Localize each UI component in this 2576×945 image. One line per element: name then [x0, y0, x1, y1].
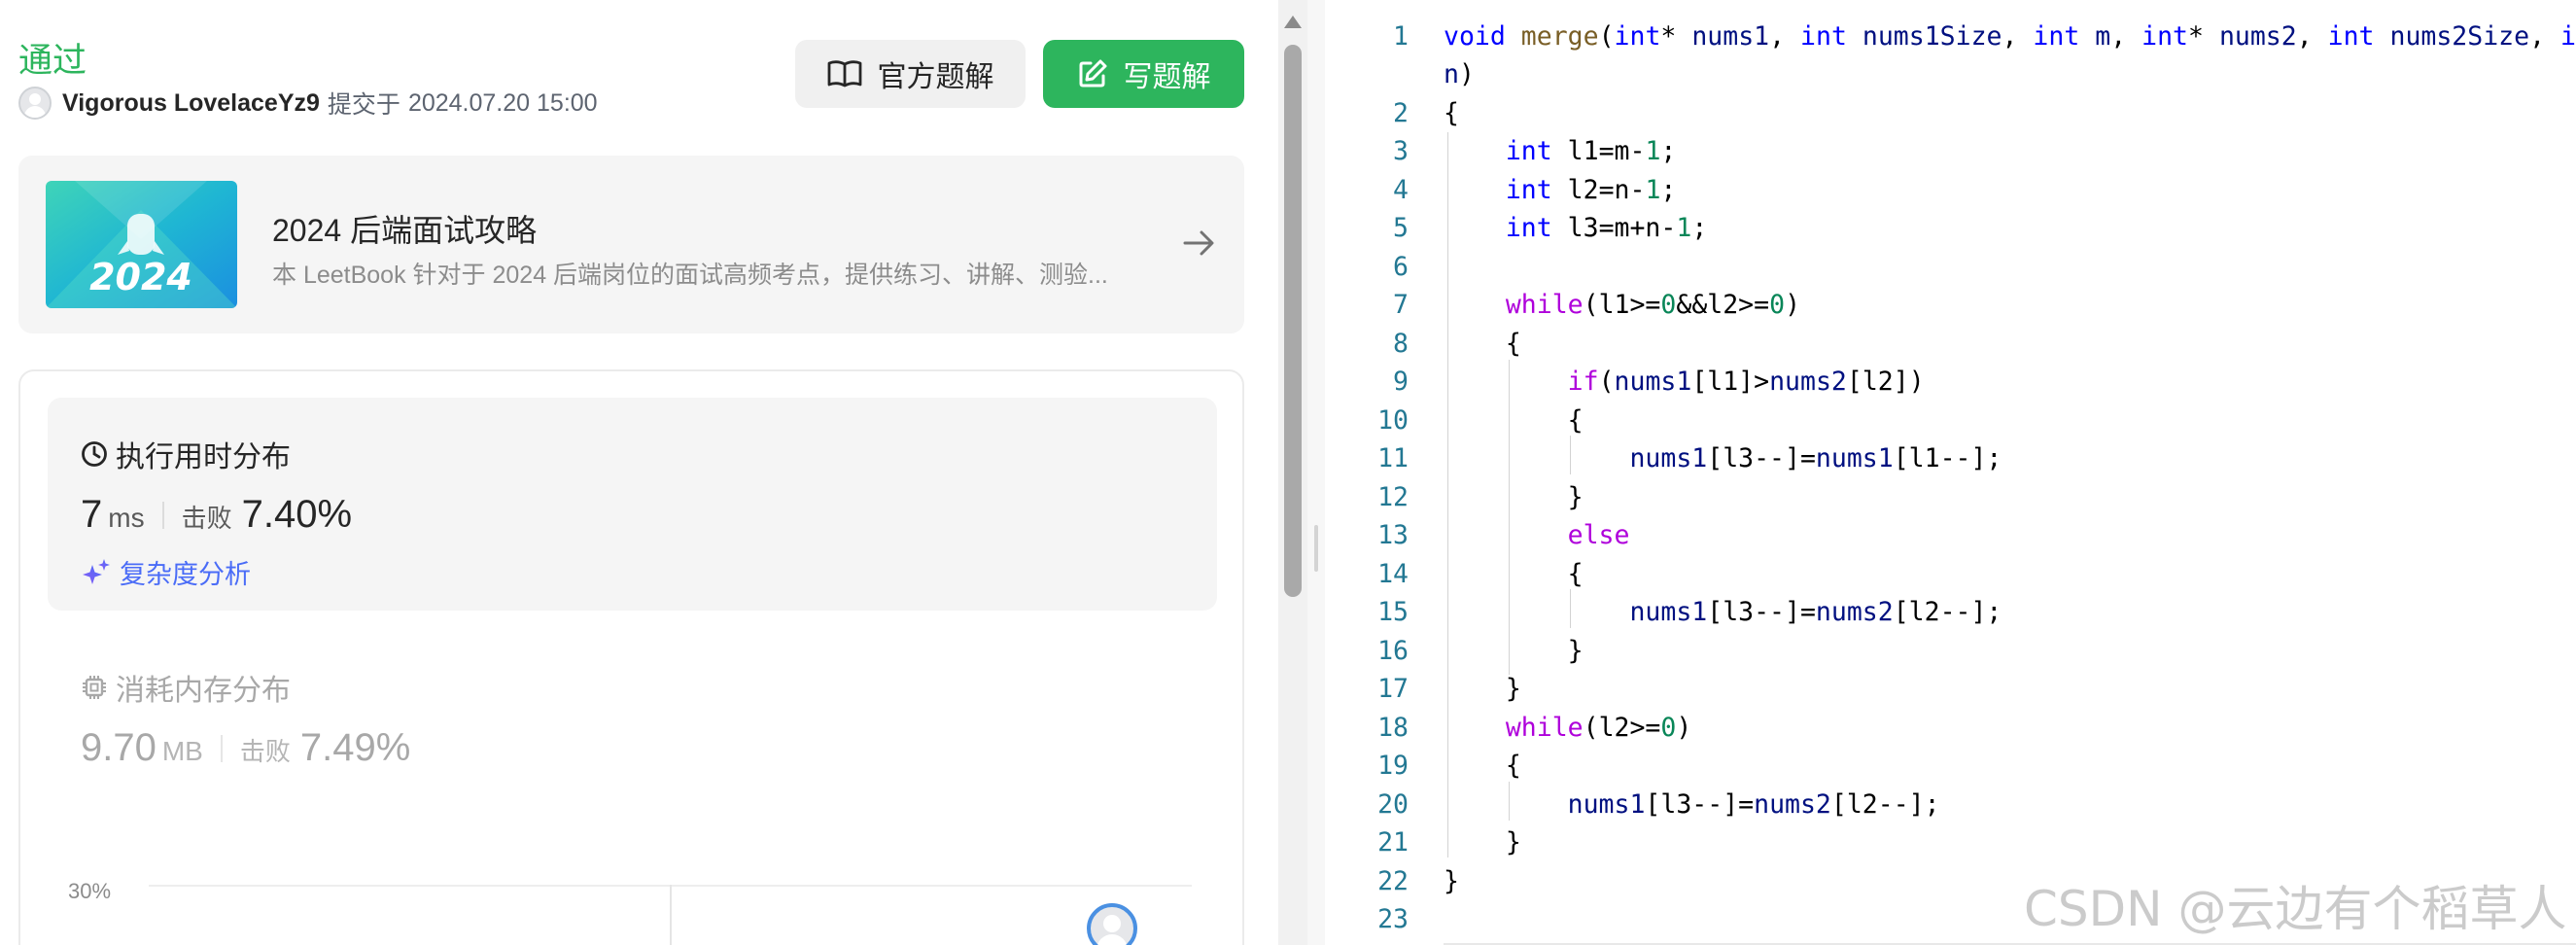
leetbook-cover: 2024 — [46, 181, 237, 308]
line-number: 21 — [1377, 827, 1409, 858]
submitted-label: 提交于 — [327, 91, 400, 119]
arrow-right-icon — [1183, 230, 1214, 256]
sparkle-icon — [83, 558, 110, 584]
official-solution-label: 官方题解 — [877, 61, 994, 93]
leetbook-title: 2024 后端面试攻略 — [272, 213, 538, 248]
complexity-analysis-link[interactable]: 复杂度分析 — [81, 553, 251, 591]
line-number: 7 — [1393, 290, 1409, 320]
code-line: { — [1444, 405, 1584, 436]
line-number: 9 — [1393, 367, 1409, 397]
code-line: void merge(int* nums1, int nums1Size, in… — [1444, 21, 2576, 52]
chart-bar-divider — [670, 885, 672, 945]
runtime-value: 7 ms 击败 7.40% — [81, 493, 352, 537]
line-number: 4 — [1393, 175, 1409, 205]
line-number: 3 — [1393, 136, 1409, 166]
code-line: while(l2>=0) — [1505, 713, 1692, 743]
line-number: 23 — [1377, 904, 1409, 934]
line-number: 11 — [1377, 443, 1409, 473]
chip-icon — [83, 676, 106, 699]
chart-y-tick: 30% — [68, 879, 112, 903]
code-line: } — [1444, 827, 1521, 858]
line-number: 18 — [1377, 713, 1409, 743]
code-line: { — [1444, 98, 1459, 128]
memory-title-label: 消耗内存分布 — [116, 675, 291, 707]
code-line: if(nums1[l1]>nums2[l2]) — [1567, 367, 1925, 397]
memory-number: 9.70 — [81, 726, 157, 769]
line-number: 8 — [1393, 329, 1409, 359]
complexity-analysis-label: 复杂度分析 — [120, 560, 251, 589]
leetbook-cover-text: 2024 — [89, 256, 192, 298]
memory-title[interactable]: 消耗内存分布 — [81, 666, 291, 709]
line-number: 5 — [1393, 213, 1409, 243]
line-number: 15 — [1377, 597, 1409, 627]
runtime-beat-percent: 7.40% — [241, 493, 353, 536]
leetbook-description: 本 LeetBook 针对于 2024 后端岗位的面试高频考点，提供练习、讲解、… — [272, 262, 1108, 289]
scroll-thumb[interactable] — [1284, 45, 1302, 597]
username-link[interactable]: Vigorous LovelaceYz9 — [62, 89, 320, 118]
runtime-beat-label: 击败 — [181, 504, 232, 533]
code-line: } — [1444, 482, 1584, 512]
memory-beat-percent: 7.49% — [299, 726, 411, 769]
leetbook-card[interactable]: 2024 2024 后端面试攻略 本 LeetBook 针对于 2024 后端岗… — [18, 156, 1244, 333]
clock-icon — [82, 441, 107, 467]
official-solution-button[interactable]: 官方题解 — [795, 40, 1026, 108]
chart-user-avatar[interactable] — [1087, 903, 1137, 945]
avatar[interactable] — [18, 87, 52, 120]
memory-beat-label: 击败 — [239, 737, 291, 766]
code-line: } — [1444, 674, 1521, 704]
divider — [220, 734, 223, 762]
edit-icon — [1079, 59, 1106, 88]
memory-value: 9.70 MB 击败 7.49% — [81, 726, 410, 770]
code-line: int l1=m-1; — [1505, 136, 1677, 166]
line-number: 19 — [1377, 751, 1409, 781]
line-number: 13 — [1377, 520, 1409, 550]
panel-splitter[interactable] — [1307, 0, 1325, 945]
book-open-icon — [827, 60, 861, 88]
code-line: else — [1567, 520, 1630, 550]
write-solution-button[interactable]: 写题解 — [1043, 40, 1244, 108]
code-line: nums1[l3--]=nums2[l2--]; — [1629, 597, 2002, 627]
line-number: 14 — [1377, 559, 1409, 589]
line-number: 22 — [1377, 866, 1409, 896]
performance-card: 执行用时分布 7 ms 击败 7.40% 复杂度分析 消耗内存分布 9.70 M… — [18, 369, 1244, 945]
line-number: 16 — [1377, 636, 1409, 666]
line-number: 2 — [1393, 98, 1409, 128]
code-line: { — [1444, 559, 1584, 589]
left-panel-scrollbar[interactable] — [1278, 0, 1307, 945]
line-number: 17 — [1377, 674, 1409, 704]
runtime-title-label: 执行用时分布 — [116, 441, 291, 473]
splitter-grip-icon[interactable] — [1314, 525, 1318, 572]
submission-meta: Vigorous LovelaceYz9 提交于 2024.07.20 15:0… — [18, 86, 598, 121]
write-solution-label: 写题解 — [1123, 61, 1211, 93]
line-number: 6 — [1393, 252, 1409, 282]
scroll-up-arrow-icon[interactable] — [1284, 16, 1302, 28]
line-number: 20 — [1377, 789, 1409, 820]
code-line: } — [1444, 636, 1584, 666]
watermark: CSDN @云边有个稻草人 — [2024, 881, 2567, 937]
line-number: 1 — [1393, 21, 1409, 52]
memory-unit: MB — [161, 736, 203, 766]
line-number: 12 — [1377, 482, 1409, 512]
line-number: 10 — [1377, 405, 1409, 436]
status-accepted: 通过 — [18, 42, 87, 80]
runtime-section[interactable]: 执行用时分布 7 ms 击败 7.40% 复杂度分析 — [48, 398, 1217, 611]
code-line: while(l1>=0&&l2>=0) — [1505, 290, 1801, 320]
code-line: { — [1444, 329, 1521, 359]
runtime-unit: ms — [108, 503, 145, 533]
code-line: int l3=m+n-1; — [1505, 213, 1708, 243]
code-line: n) — [1444, 59, 1475, 89]
runtime-number: 7 — [81, 493, 103, 536]
code-line: nums1[l3--]=nums2[l2--]; — [1567, 789, 1940, 820]
submitted-time: 2024.07.20 15:00 — [407, 88, 598, 117]
code-line: { — [1444, 751, 1521, 781]
divider — [161, 501, 164, 529]
runtime-title: 执行用时分布 — [81, 433, 291, 475]
submission-panel: 通过 Vigorous LovelaceYz9 提交于 2024.07.20 1… — [0, 0, 1288, 945]
code-line: int l2=n-1; — [1505, 175, 1677, 205]
code-line: } — [1444, 866, 1459, 896]
code-editor[interactable]: 1 2 3 4 5 6 7 8 9 10 11 12 13 14 15 16 17 18 19 20 21 22 23 vo… — [1325, 0, 2576, 945]
code-line: nums1[l3--]=nums1[l1--]; — [1629, 443, 2002, 473]
